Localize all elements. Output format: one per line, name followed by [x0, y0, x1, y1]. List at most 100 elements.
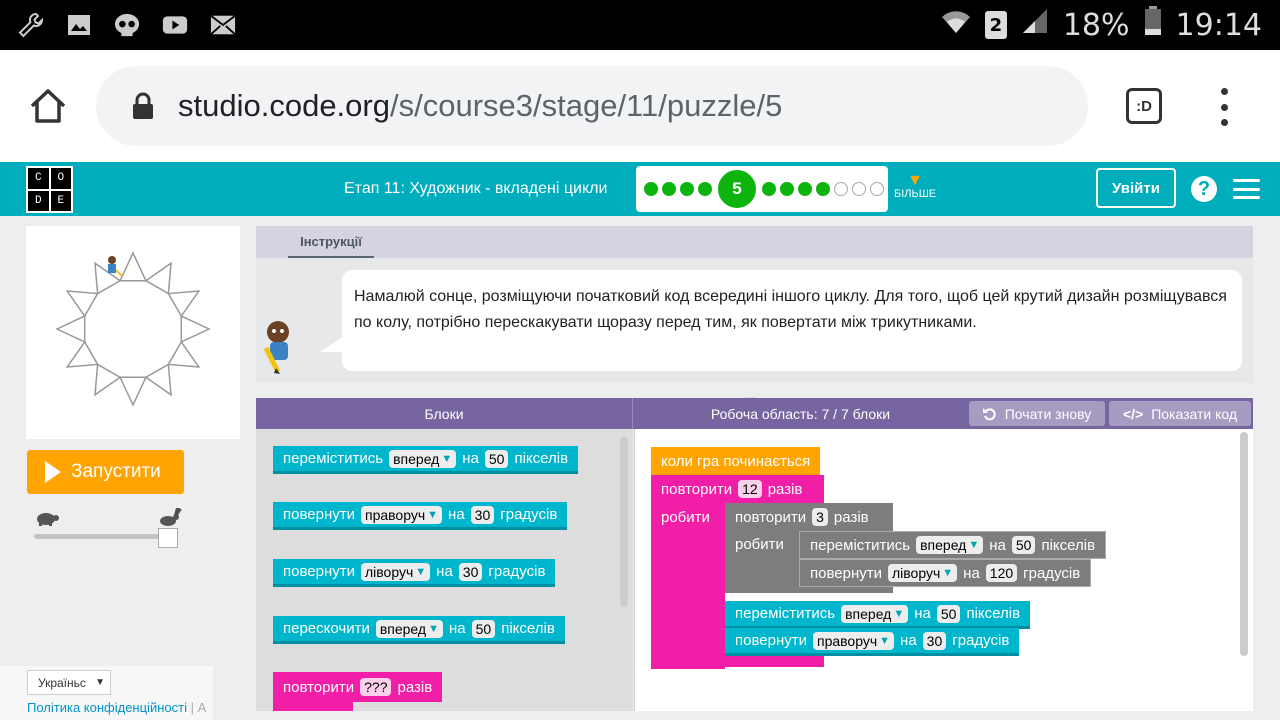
signin-button[interactable]: Увійти [1096, 168, 1176, 208]
tab-switcher-button[interactable]: :D [1126, 88, 1162, 124]
speed-thumb[interactable] [158, 528, 178, 548]
footer: Україньс ▼ Політика конфіденційності | А [0, 666, 213, 720]
angle-field[interactable]: 30 [458, 562, 483, 581]
progress-dot[interactable] [780, 182, 794, 196]
progress-dot[interactable] [680, 182, 694, 196]
progress-dot[interactable] [798, 182, 812, 196]
when-run-block[interactable]: коли гра починається [651, 447, 821, 475]
chevron-down-icon: ▼ [95, 677, 105, 688]
chevron-down-icon: ▼ [907, 172, 923, 189]
distance-field[interactable]: 50 [471, 619, 496, 638]
distance-field[interactable]: 50 [1011, 536, 1036, 554]
show-code-button[interactable]: </> Показати код [1109, 401, 1251, 426]
inner-turn-block[interactable]: повернути ліворуч ▼ на 120 градусів [799, 559, 1092, 587]
toolbox-turn-right-block[interactable]: повернути праворуч ▼ на 30 градусів [273, 502, 568, 530]
direction-dropdown[interactable]: вперед ▼ [841, 604, 909, 623]
mail-icon [210, 12, 236, 38]
outer-do-label: робити [661, 508, 710, 526]
outer-turn-block[interactable]: повернути праворуч ▼ на 30 градусів [725, 628, 1020, 656]
repeat-count-field[interactable]: ??? [360, 678, 392, 696]
drawing-canvas [26, 226, 240, 439]
code-icon: </> [1122, 405, 1144, 422]
url-bar[interactable]: studio.code.org/s/course3/stage/11/puzzl… [96, 66, 1088, 146]
language-select[interactable]: Україньс ▼ [27, 670, 111, 695]
help-icon[interactable]: ? [1191, 176, 1217, 202]
repeat-count-field[interactable]: 3 [812, 508, 828, 526]
sim-badge: 2 [984, 11, 1007, 39]
inner-move-block[interactable]: переміститись вперед ▼ на 50 пікселів [799, 531, 1107, 559]
url-text[interactable]: studio.code.org/s/course3/stage/11/puzzl… [178, 88, 782, 124]
direction-dropdown[interactable]: вперед ▼ [375, 619, 443, 638]
signal-icon [1021, 7, 1049, 43]
restart-icon [982, 407, 996, 420]
progress-dot[interactable] [834, 182, 848, 196]
run-button[interactable]: Запустити [27, 450, 184, 494]
artist-avatar [260, 318, 300, 376]
tab-instructions[interactable]: Інструкції [288, 226, 374, 258]
toolbox-turn-left-block[interactable]: повернути ліворуч ▼ на 30 градусів [273, 559, 556, 587]
more-button[interactable]: ▼ БІЛЬШЕ [894, 172, 936, 201]
skull-icon [114, 12, 140, 38]
instructions-panel: Інструкції Намалюй сонце, розміщуючи поч… [256, 226, 1253, 405]
direction-dropdown[interactable]: вперед ▼ [389, 449, 457, 468]
direction-dropdown[interactable]: ліворуч ▼ [360, 562, 431, 581]
progress-dot[interactable] [644, 182, 658, 196]
wifi-icon [941, 8, 971, 43]
progress-dot[interactable] [852, 182, 866, 196]
progress-dot[interactable] [870, 182, 884, 196]
angle-field[interactable]: 30 [470, 505, 495, 524]
sun-drawing [55, 251, 211, 407]
toolbox-scrollbar[interactable] [620, 437, 628, 607]
privacy-link[interactable]: Політика конфіденційності | А [27, 700, 206, 715]
clock: 19:14 [1175, 7, 1262, 43]
progress-dot[interactable] [816, 182, 830, 196]
direction-dropdown[interactable]: ліворуч ▼ [887, 564, 958, 582]
angle-field[interactable]: 120 [985, 564, 1018, 582]
outer-repeat-block[interactable]: повторити 12 разів [651, 475, 812, 503]
site-header: CO DE Етап 11: Художник - вкладені цикли… [0, 162, 1280, 216]
status-bar: 2 18% 19:14 [0, 0, 1280, 50]
rabbit-icon [160, 508, 182, 526]
restart-button[interactable]: Почати знову [969, 401, 1105, 426]
instructions-text: Намалюй сонце, розміщуючи початковий код… [342, 270, 1242, 371]
turtle-icon [37, 513, 59, 526]
lock-icon [132, 92, 154, 120]
workspace: коли гра починається повторити 12 разів … [634, 429, 1253, 711]
play-icon [45, 461, 61, 483]
toolbox-repeat-block[interactable]: повторити ??? разів [273, 672, 443, 702]
workspace-scrollbar[interactable] [1240, 432, 1248, 656]
angle-field[interactable]: 30 [922, 631, 947, 650]
battery-percent: 18% [1062, 7, 1130, 43]
direction-dropdown[interactable]: праворуч ▼ [812, 631, 895, 650]
hamburger-menu-icon[interactable] [1233, 179, 1260, 199]
code-logo[interactable]: CO DE [26, 166, 73, 213]
speed-slider[interactable] [34, 508, 184, 550]
inner-do-label: робити [735, 535, 784, 553]
progress-dot[interactable] [662, 182, 676, 196]
toolbox: переміститись вперед ▼ на 50 пікселів пов… [256, 429, 633, 711]
browser-bar: studio.code.org/s/course3/stage/11/puzzl… [0, 50, 1280, 162]
inner-repeat-block[interactable]: повторити 3 разів [725, 503, 879, 531]
distance-field[interactable]: 50 [484, 449, 509, 468]
direction-dropdown[interactable]: вперед ▼ [916, 536, 984, 554]
direction-dropdown[interactable]: праворуч ▼ [360, 505, 443, 524]
toolbox-move-block[interactable]: переміститись вперед ▼ на 50 пікселів [273, 446, 579, 474]
progress-dot[interactable] [698, 182, 712, 196]
browser-menu-icon[interactable] [1218, 88, 1230, 126]
puzzle-progress: 5 [636, 166, 888, 212]
outer-move-block[interactable]: переміститись вперед ▼ на 50 пікселів [725, 601, 1031, 629]
home-icon[interactable] [28, 86, 68, 126]
toolbox-header: Блоки [256, 398, 633, 429]
stage-title[interactable]: Етап 11: Художник - вкладені цикли [344, 180, 607, 198]
toolbox-jump-block[interactable]: перескочити вперед ▼ на 50 пікселів [273, 616, 565, 644]
current-puzzle-dot[interactable]: 5 [718, 170, 756, 208]
speed-track[interactable] [34, 534, 168, 539]
page-body: Запустити Україньс ▼ Політика конфіденцій… [0, 216, 1280, 720]
repeat-count-field[interactable]: 12 [738, 480, 762, 498]
artist-icon [108, 256, 123, 277]
workspace-block-count: Робоча область: 7 / 7 блоки [710, 405, 891, 422]
wrench-icon [18, 12, 44, 38]
workspace-header: Блоки Робоча область: 7 / 7 блоки Почати… [256, 398, 1253, 429]
progress-dot[interactable] [762, 182, 776, 196]
distance-field[interactable]: 50 [936, 604, 961, 623]
